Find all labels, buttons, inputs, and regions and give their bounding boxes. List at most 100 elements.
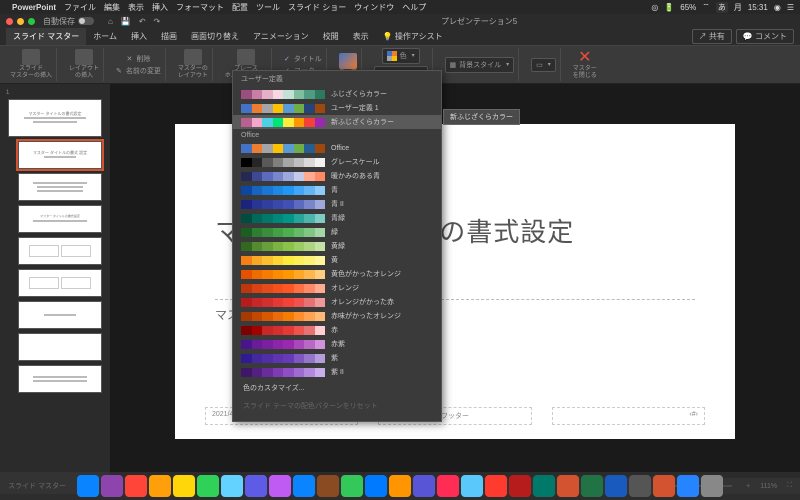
color-theme-item[interactable]: 青 <box>233 183 441 197</box>
master-thumbnail[interactable]: マスター タイトルの書式設定 <box>8 99 102 137</box>
dock-app-icon[interactable] <box>293 475 315 497</box>
menu-tools[interactable]: ツール <box>256 2 280 13</box>
dock-app-icon[interactable] <box>485 475 507 497</box>
color-theme-item[interactable]: Office <box>233 142 441 155</box>
close-icon[interactable] <box>6 18 13 25</box>
dock-app-icon[interactable] <box>533 475 555 497</box>
menu-file[interactable]: ファイル <box>64 2 96 13</box>
clock-time[interactable]: 15:31 <box>748 3 768 12</box>
maximize-icon[interactable] <box>28 18 35 25</box>
color-theme-item[interactable]: 暖かみのある青 <box>233 169 441 183</box>
dock-app-icon[interactable] <box>653 475 675 497</box>
menu-format[interactable]: フォーマット <box>176 2 224 13</box>
layout-thumbnail[interactable] <box>18 237 102 265</box>
autosave-toggle[interactable]: 自動保存 <box>43 16 94 27</box>
dock-app-icon[interactable] <box>149 475 171 497</box>
close-master-button[interactable]: ✕マスター を閉じる <box>569 48 601 81</box>
dock-app-icon[interactable] <box>341 475 363 497</box>
color-theme-item[interactable]: ふじざくらカラー <box>233 87 441 101</box>
menu-slideshow[interactable]: スライド ショー <box>288 2 346 13</box>
siri-icon[interactable]: ◉ <box>774 3 781 12</box>
layout-thumbnail[interactable] <box>18 365 102 393</box>
color-theme-item[interactable]: オレンジがかった赤 <box>233 295 441 309</box>
slide-size-dropdown[interactable]: ▭▾ <box>531 58 556 72</box>
color-theme-item[interactable]: 赤 <box>233 323 441 337</box>
dock-app-icon[interactable] <box>77 475 99 497</box>
bg-styles-dropdown[interactable]: ▦背景スタイル▾ <box>445 57 515 73</box>
color-theme-item[interactable]: 黄緑 <box>233 239 441 253</box>
title-checkbox[interactable]: ✓ タイトル <box>284 54 322 64</box>
ime-indicator[interactable]: あ <box>716 2 728 13</box>
master-layout-button[interactable]: マスターの レイアウト <box>174 48 213 81</box>
layout-thumbnail[interactable] <box>18 301 102 329</box>
menu-window[interactable]: ウィンドウ <box>354 2 394 13</box>
tab-draw[interactable]: 描画 <box>154 28 184 45</box>
tab-animations[interactable]: アニメーション <box>246 28 316 45</box>
tab-view[interactable]: 表示 <box>346 28 376 45</box>
dock-app-icon[interactable] <box>461 475 483 497</box>
color-theme-item[interactable]: 紫 II <box>233 365 441 379</box>
tab-home[interactable]: ホーム <box>86 28 124 45</box>
minimize-icon[interactable] <box>17 18 24 25</box>
color-theme-item[interactable]: 紫 <box>233 351 441 365</box>
dock-app-icon[interactable] <box>317 475 339 497</box>
wifi-icon[interactable]: ⌔ <box>702 2 710 12</box>
insert-layout-button[interactable]: レイアウト の挿入 <box>65 48 104 81</box>
dock-app-icon[interactable] <box>245 475 267 497</box>
thumbnail-panel[interactable]: 1 マスター タイトルの書式設定 マスター タイトルの書式 設定 マスター タイ… <box>0 84 110 478</box>
layout-thumbnail[interactable] <box>18 333 102 361</box>
line-icon[interactable]: ◎ <box>651 3 658 12</box>
dock-app-icon[interactable] <box>581 475 603 497</box>
dock-app-icon[interactable] <box>509 475 531 497</box>
color-theme-item[interactable]: グレースケール <box>233 155 441 169</box>
notification-icon[interactable]: ☰ <box>787 3 794 12</box>
dock-app-icon[interactable] <box>173 475 195 497</box>
dock-app-icon[interactable] <box>701 475 723 497</box>
tell-me[interactable]: 💡 操作アシスト <box>376 28 450 45</box>
color-theme-item[interactable]: 青緑 <box>233 211 441 225</box>
color-theme-item[interactable]: 赤味がかったオレンジ <box>233 309 441 323</box>
layout-thumbnail[interactable] <box>18 173 102 201</box>
dock-app-icon[interactable] <box>125 475 147 497</box>
dock-app-icon[interactable] <box>221 475 243 497</box>
tab-insert[interactable]: 挿入 <box>124 28 154 45</box>
delete-button[interactable]: ✕ 削除 <box>127 54 151 64</box>
dock-app-icon[interactable] <box>101 475 123 497</box>
dock-app-icon[interactable] <box>437 475 459 497</box>
slide-canvas[interactable]: マスター タイトルの書式設定 マスター サブタイトルの書式設定 2021/4/2… <box>110 84 800 478</box>
dock-app-icon[interactable] <box>413 475 435 497</box>
home-icon[interactable]: ⌂ <box>108 17 113 26</box>
dock-app-icon[interactable] <box>605 475 627 497</box>
dock-app-icon[interactable] <box>629 475 651 497</box>
dock-app-icon[interactable] <box>269 475 291 497</box>
menu-insert[interactable]: 挿入 <box>152 2 168 13</box>
color-theme-item[interactable]: 赤紫 <box>233 337 441 351</box>
menu-view[interactable]: 表示 <box>128 2 144 13</box>
dock-app-icon[interactable] <box>197 475 219 497</box>
rename-button[interactable]: ✎ 名前の変更 <box>116 66 161 76</box>
redo-icon[interactable]: ↷ <box>154 17 161 26</box>
tab-transitions[interactable]: 画面切り替え <box>184 28 246 45</box>
color-theme-item[interactable]: 黄色がかったオレンジ <box>233 267 441 281</box>
color-theme-item[interactable]: ユーザー定義 1 <box>233 101 441 115</box>
menu-help[interactable]: ヘルプ <box>402 2 426 13</box>
menu-arrange[interactable]: 配置 <box>232 2 248 13</box>
color-theme-item[interactable]: 黄 <box>233 253 441 267</box>
comments-button[interactable]: 💬 コメント <box>736 29 794 44</box>
insert-slide-master-button[interactable]: スライド マスターの挿入 <box>6 48 57 81</box>
tab-slide-master[interactable]: スライド マスター <box>6 28 86 45</box>
dock-app-icon[interactable] <box>677 475 699 497</box>
colors-dropdown[interactable]: 色▾ <box>382 48 420 64</box>
layout-thumbnail[interactable]: マスター タイトルの書式設定 <box>18 205 102 233</box>
dock-app-icon[interactable] <box>557 475 579 497</box>
menu-edit[interactable]: 編集 <box>104 2 120 13</box>
dock-app-icon[interactable] <box>365 475 387 497</box>
color-theme-item[interactable]: オレンジ <box>233 281 441 295</box>
share-button[interactable]: ↗ 共有 <box>692 29 732 44</box>
layout-thumbnail[interactable]: マスター タイトルの書式 設定 <box>18 141 102 169</box>
color-theme-item[interactable]: 新ふじざくらカラー <box>233 115 441 129</box>
save-icon[interactable]: 💾 <box>121 17 131 26</box>
undo-icon[interactable]: ↶ <box>139 17 146 26</box>
battery-icon[interactable]: 🔋 <box>664 3 674 12</box>
color-theme-item[interactable]: 青 II <box>233 197 441 211</box>
